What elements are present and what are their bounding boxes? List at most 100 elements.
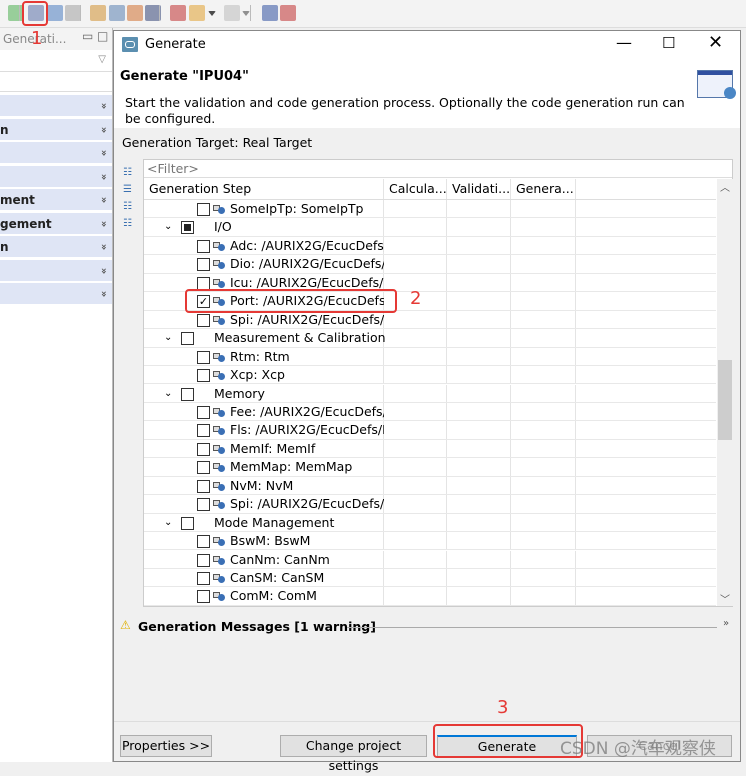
generation-messages-section[interactable]: ⚠ Generation Messages [1 warning] » bbox=[120, 618, 734, 636]
bit-icon[interactable] bbox=[280, 5, 296, 21]
minimize-button[interactable]: — bbox=[616, 33, 632, 52]
expand-icon[interactable]: » bbox=[92, 220, 114, 226]
section-header[interactable]: » bbox=[0, 95, 112, 117]
open-config-icon[interactable] bbox=[90, 5, 106, 21]
expand-chevron-icon[interactable]: ⌄ bbox=[164, 385, 172, 403]
tree-row[interactable]: CanNm: CanNm bbox=[144, 550, 716, 569]
section-header[interactable]: » bbox=[0, 142, 112, 164]
tree-row[interactable]: NvM: NvM bbox=[144, 476, 716, 496]
tree-row[interactable]: CanSM: CanSM bbox=[144, 569, 716, 588]
dropdown-icon[interactable] bbox=[208, 11, 216, 16]
tree-row[interactable]: Spi: /AURIX2G/EcucDefs/Sp bbox=[144, 310, 716, 330]
scrollbar-thumb[interactable] bbox=[718, 360, 732, 440]
tree-row[interactable]: Dio: /AURIX2G/EcucDefs/D bbox=[144, 255, 716, 274]
expand-chevron-icon[interactable]: ⌄ bbox=[164, 218, 172, 236]
section-header[interactable]: ment » bbox=[0, 189, 112, 211]
maximize-button[interactable]: ☐ bbox=[662, 34, 675, 52]
column-header[interactable]: Generation Step bbox=[144, 179, 384, 199]
tree-row[interactable]: ⌄ Mode Management bbox=[144, 513, 716, 533]
expand-icon[interactable]: » bbox=[92, 267, 114, 273]
properties-button[interactable]: Properties >> bbox=[120, 735, 212, 757]
expand-icon[interactable]: » bbox=[92, 150, 114, 156]
back-icon[interactable] bbox=[189, 5, 205, 21]
forward-icon[interactable] bbox=[224, 5, 240, 21]
editor-icon[interactable] bbox=[109, 5, 125, 21]
tree-tool-icons[interactable]: ☷ ☰ ☷ ☷ bbox=[123, 164, 135, 229]
scroll-down-icon[interactable]: ﹀ bbox=[720, 591, 730, 606]
generate-alt-icon[interactable] bbox=[47, 5, 63, 21]
scroll-up-icon[interactable]: ︿ bbox=[720, 179, 730, 194]
expand-icon[interactable]: » bbox=[92, 197, 114, 203]
filter-input[interactable] bbox=[144, 160, 732, 178]
expand-icon[interactable]: » bbox=[92, 103, 114, 109]
expand-icon[interactable]: » bbox=[723, 618, 729, 629]
change-project-settings-button[interactable]: Change project settings bbox=[280, 735, 427, 773]
hex-icon[interactable] bbox=[262, 5, 278, 21]
group-checkbox[interactable] bbox=[181, 332, 194, 346]
expand-chevron-icon[interactable]: ⌄ bbox=[164, 514, 172, 532]
tree-row[interactable]: ⌄ Measurement & Calibration bbox=[144, 329, 716, 348]
section-header[interactable]: gement » bbox=[0, 212, 114, 235]
step-checkbox[interactable] bbox=[197, 590, 210, 604]
close-button[interactable]: ✕ bbox=[708, 32, 723, 53]
select-icon[interactable]: ☷ bbox=[123, 198, 135, 215]
step-checkbox[interactable] bbox=[197, 276, 210, 290]
step-checkbox[interactable] bbox=[197, 442, 210, 456]
expand-icon[interactable]: » bbox=[92, 291, 114, 297]
list-icon[interactable]: ☰ bbox=[123, 181, 135, 198]
back-marker-icon[interactable] bbox=[170, 5, 186, 21]
section-header[interactable]: n» bbox=[0, 118, 114, 141]
step-checkbox[interactable] bbox=[197, 498, 210, 512]
maximize-icon[interactable]: □ bbox=[97, 29, 108, 43]
group-checkbox[interactable] bbox=[181, 221, 194, 235]
tree-row[interactable]: Fls: /AURIX2G/EcucDefs/Fls bbox=[144, 421, 716, 440]
step-checkbox[interactable] bbox=[197, 461, 210, 475]
step-checkbox[interactable] bbox=[197, 369, 210, 383]
export-icon[interactable] bbox=[127, 5, 143, 21]
dropdown-icon[interactable] bbox=[242, 11, 250, 16]
step-checkbox[interactable] bbox=[197, 350, 210, 364]
tree-row[interactable]: SomeIpTp: SomeIpTp bbox=[144, 200, 716, 219]
tree-row[interactable]: MemMap: MemMap bbox=[144, 458, 716, 477]
panel-dropdown[interactable]: ▽ bbox=[0, 52, 112, 72]
tree-row[interactable]: Spi: /AURIX2G/EcucDefs/Sp bbox=[144, 495, 716, 514]
tree-row[interactable]: Xcp: Xcp bbox=[144, 366, 716, 385]
deselect-icon[interactable]: ☷ bbox=[123, 215, 135, 232]
group-checkbox[interactable] bbox=[181, 516, 194, 530]
section-header[interactable]: » bbox=[0, 165, 114, 188]
column-header[interactable]: Genera... bbox=[511, 179, 576, 199]
step-checkbox[interactable] bbox=[197, 553, 210, 567]
column-header[interactable]: Calcula... bbox=[384, 179, 447, 199]
expand-icon[interactable]: » bbox=[92, 244, 114, 250]
panel-tab[interactable]: Generati... ▭ □ bbox=[0, 28, 112, 50]
tree-row[interactable]: ComM: ComM bbox=[144, 587, 716, 606]
tree-row[interactable]: ⌄ I/O bbox=[144, 218, 716, 237]
config-icon[interactable] bbox=[65, 5, 81, 21]
tree-row[interactable]: MemIf: MemIf bbox=[144, 439, 716, 459]
tree-row[interactable]: BswM: BswM bbox=[144, 532, 716, 551]
panel-input[interactable] bbox=[0, 74, 112, 92]
step-checkbox[interactable] bbox=[197, 479, 210, 493]
section-header[interactable]: n» bbox=[0, 236, 112, 258]
vertical-scrollbar[interactable]: ︿ ﹀ bbox=[717, 179, 733, 606]
step-checkbox[interactable] bbox=[197, 239, 210, 253]
column-header[interactable]: Validati... bbox=[447, 179, 511, 199]
step-checkbox[interactable] bbox=[197, 203, 210, 216]
section-header[interactable]: » bbox=[0, 259, 114, 282]
tree-row[interactable]: ⌄ Memory bbox=[144, 384, 716, 403]
step-checkbox[interactable] bbox=[197, 424, 210, 438]
expand-chevron-icon[interactable]: ⌄ bbox=[164, 329, 172, 347]
minimize-icon[interactable]: ▭ bbox=[82, 29, 93, 43]
expand-icon[interactable]: » bbox=[92, 126, 114, 132]
expand-all-icon[interactable]: ☷ bbox=[123, 164, 135, 181]
tree-row[interactable]: Rtm: Rtm bbox=[144, 347, 716, 366]
step-checkbox[interactable] bbox=[197, 535, 210, 549]
group-checkbox[interactable] bbox=[181, 387, 194, 401]
step-checkbox[interactable] bbox=[197, 405, 210, 419]
tree-row[interactable]: Adc: /AURIX2G/EcucDefs/A bbox=[144, 236, 716, 256]
step-checkbox[interactable] bbox=[197, 258, 210, 272]
section-header[interactable]: » bbox=[0, 283, 112, 305]
step-checkbox[interactable] bbox=[197, 313, 210, 327]
tree-row[interactable]: Fee: /AURIX2G/EcucDefs/F bbox=[144, 402, 716, 422]
expand-icon[interactable]: » bbox=[92, 173, 114, 179]
